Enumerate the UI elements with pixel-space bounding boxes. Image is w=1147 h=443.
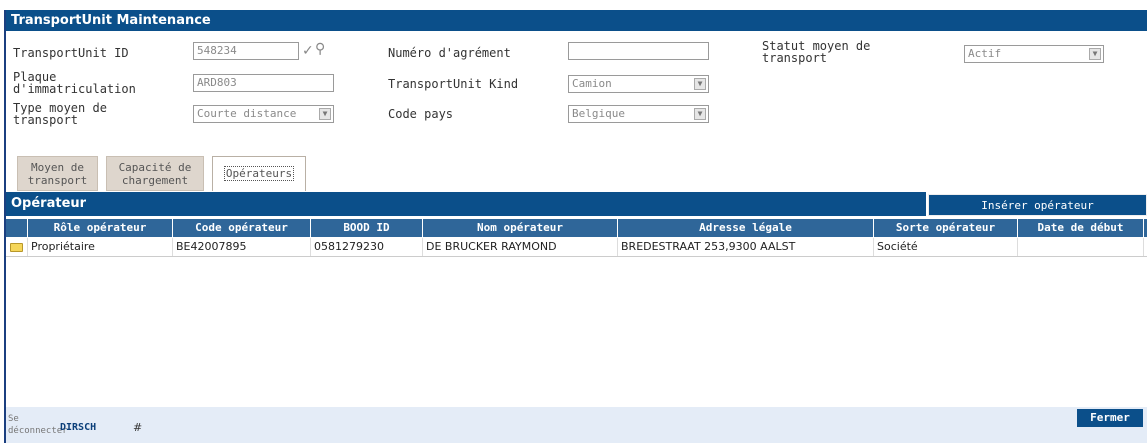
chevron-down-icon[interactable]: ▼ (694, 108, 706, 120)
code-pays-label: Code pays (388, 107, 454, 121)
transportunit-id-label: TransportUnit ID (13, 46, 129, 60)
table-row[interactable]: Propriétaire BE42007895 0581279230 DE BR… (6, 238, 1147, 257)
kind-value: Camion (572, 77, 612, 90)
cell-bood-id: 0581279230 (311, 238, 423, 256)
kind-select[interactable]: Camion ▼ (568, 75, 709, 93)
cell-role: Propriétaire (28, 238, 173, 256)
cell-nom: DE BRUCKER RAYMOND (423, 238, 618, 256)
chevron-down-icon[interactable]: ▼ (1089, 48, 1101, 60)
type-moyen-select[interactable]: Courte distance ▼ (193, 105, 334, 123)
table-header: Rôle opérateur Code opérateur BOOD ID No… (6, 219, 1147, 237)
statut-label: Statut moyen de transport (762, 39, 871, 65)
row-icon-cell[interactable] (6, 238, 28, 256)
header-role[interactable]: Rôle opérateur (28, 219, 173, 237)
tab-operateurs[interactable]: Opérateurs (212, 156, 306, 191)
cell-adresse: BREDESTRAAT 253,9300 AALST (618, 238, 874, 256)
folder-icon[interactable] (10, 243, 23, 252)
header-sorte[interactable]: Sorte opérateur (874, 219, 1018, 237)
statut-select[interactable]: Actif ▼ (964, 45, 1104, 63)
kind-label: TransportUnit Kind (388, 77, 519, 91)
cell-code: BE42007895 (173, 238, 311, 256)
transportunit-id-field[interactable]: 548234 (193, 42, 299, 60)
window-title: TransportUnit Maintenance (6, 10, 1147, 31)
header-date-debut[interactable]: Date de début (1018, 219, 1144, 237)
header-spacer (6, 219, 28, 237)
search-icon[interactable]: ⚲ (315, 42, 325, 56)
close-button[interactable]: Fermer (1077, 409, 1143, 427)
insert-operator-button[interactable]: Insérer opérateur (928, 194, 1147, 216)
cell-sorte: Société (874, 238, 1018, 256)
tab-capacite-chargement[interactable]: Capacité de chargement (106, 156, 204, 191)
statut-value: Actif (968, 47, 1002, 60)
header-bood-id[interactable]: BOOD ID (311, 219, 423, 237)
username: DIRSCH (60, 422, 97, 433)
header-adresse[interactable]: Adresse légale (618, 219, 874, 237)
section-title: Opérateur (6, 192, 926, 216)
chevron-down-icon[interactable]: ▼ (319, 108, 331, 120)
check-icon[interactable]: ✓ (302, 44, 314, 58)
main-window: TransportUnit Maintenance TransportUnit … (4, 10, 1147, 443)
plaque-field[interactable]: ARD803 (193, 74, 334, 92)
logout-link[interactable]: Se déconnecter (8, 413, 68, 437)
hash-link[interactable]: # (133, 421, 142, 434)
type-moyen-value: Courte distance (197, 107, 297, 120)
code-pays-value: Belgique (572, 107, 625, 120)
type-moyen-label: Type moyen de transport (13, 101, 107, 127)
numero-agrement-label: Numéro d'agrément (388, 46, 511, 60)
numero-agrement-field[interactable] (568, 42, 709, 60)
plaque-label: Plaque d'immatriculation (13, 70, 136, 96)
cell-date-debut (1018, 238, 1144, 256)
chevron-down-icon[interactable]: ▼ (694, 78, 706, 90)
tab-moyen-transport[interactable]: Moyen de transport (17, 156, 98, 191)
tab-operateurs-label: Opérateurs (223, 166, 295, 181)
code-pays-select[interactable]: Belgique ▼ (568, 105, 709, 123)
header-nom[interactable]: Nom opérateur (423, 219, 618, 237)
footer-bar: Se déconnecter DIRSCH # Fermer (6, 407, 1147, 443)
header-code[interactable]: Code opérateur (173, 219, 311, 237)
